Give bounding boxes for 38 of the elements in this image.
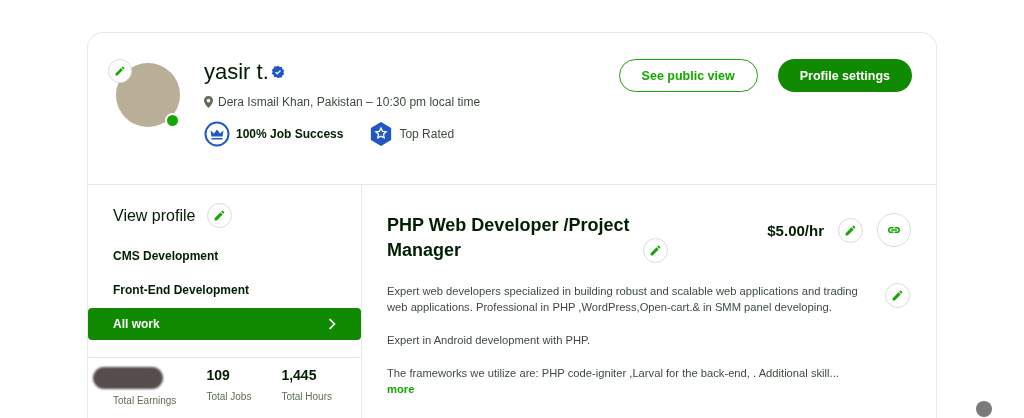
bio-paragraph: Expert in Android development with PHP. <box>387 333 592 348</box>
pencil-icon <box>891 289 904 302</box>
badge-label: 100% Job Success <box>236 127 344 141</box>
copy-link-button[interactable] <box>877 213 911 247</box>
section-title: View profile <box>113 206 196 225</box>
hourly-rate: $5.00/hr <box>767 221 824 239</box>
location-text: Dera Ismail Khan, Pakistan – 10:30 pm local time <box>218 95 481 109</box>
location-pin-icon <box>204 96 213 108</box>
profile-settings-button[interactable]: Profile settings <box>777 59 912 92</box>
edit-button[interactable] <box>207 203 233 228</box>
stat-label: Total Earnings <box>113 395 177 406</box>
edit-button[interactable] <box>108 59 132 83</box>
sidebar-item[interactable]: All work <box>88 308 361 340</box>
avatar-photo-placeholder <box>116 63 180 127</box>
crown-icon <box>204 121 230 147</box>
stat-value: 109 <box>206 367 231 385</box>
stat-label: Total Hours <box>281 391 332 402</box>
sidebar-item[interactable]: CMS Development <box>88 240 361 272</box>
more-link[interactable]: more <box>387 383 415 395</box>
star-icon <box>369 121 394 147</box>
edit-button[interactable] <box>885 283 910 308</box>
profile-name: yasir t. <box>204 59 269 85</box>
chevron-right-icon <box>328 318 336 330</box>
pencil-icon <box>213 209 227 222</box>
pencil-icon <box>844 223 857 237</box>
scroll-indicator[interactable] <box>976 401 992 417</box>
pencil-icon <box>114 65 126 77</box>
stat-label: Total Jobs <box>206 391 252 402</box>
public-view-button[interactable]: See public view <box>618 59 758 92</box>
bio-paragraph: The frameworks we utilize are: PHP code-igniter ,Larval for the back-end, . Additional skill... <box>387 366 840 381</box>
pencil-icon <box>649 244 662 257</box>
job-title: PHP Web Developer /Project Manager <box>387 214 631 262</box>
sidebar-item[interactable]: Front-End Development <box>88 274 361 306</box>
edit-button[interactable] <box>838 217 863 243</box>
stat-value: 1,445 <box>281 367 318 385</box>
edit-button[interactable] <box>643 238 668 263</box>
bio-paragraph: Expert web developers specialized in building robust and scalable web applications and trading web applications. Professional in PHP ,WordPress,Open-cart.& in SMM panel developing. <box>387 284 859 315</box>
badge-label: Top Rated <box>399 127 455 141</box>
